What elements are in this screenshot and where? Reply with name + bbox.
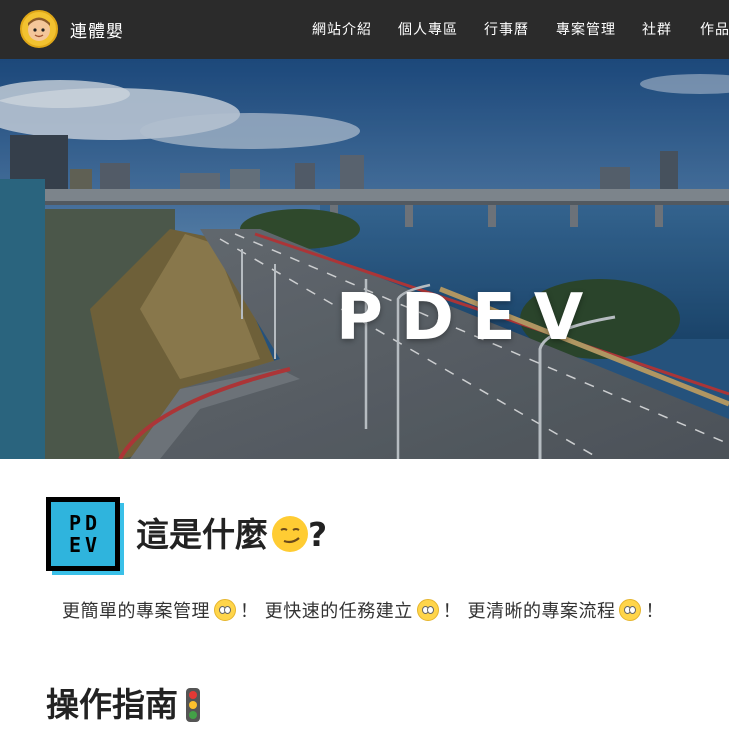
nav-item-personal[interactable]: 個人專區 — [398, 20, 458, 40]
hero-background-image — [0, 59, 729, 459]
traffic-light-icon — [186, 688, 200, 722]
nav-item-calendar[interactable]: 行事曆 — [484, 20, 529, 40]
logo-face: PD EV — [46, 497, 120, 571]
what-section: PD EV 這是什麼? — [46, 497, 729, 581]
heading-text: 這是什麼 — [136, 515, 268, 554]
logo-line-2: EV — [68, 533, 102, 557]
flushed-face-icon — [214, 599, 236, 621]
hero-title: PDEV — [336, 281, 602, 355]
tagline-part-3: ！ 更清晰的專案流程 — [442, 601, 616, 622]
flushed-face-icon — [416, 599, 439, 621]
brand-name[interactable]: 連體嬰 — [70, 17, 124, 42]
guide-heading-text: 操作指南 — [46, 685, 178, 724]
section-heading-guide: 操作指南 — [46, 683, 200, 727]
smirking-face-icon — [272, 516, 308, 552]
tagline-part-4: ！ — [645, 601, 664, 622]
flushed-face-icon — [619, 599, 642, 621]
nav-item-community[interactable]: 社群 — [642, 20, 672, 40]
logo-line-1: PD — [68, 511, 102, 535]
heading-suffix: ? — [308, 515, 328, 554]
hero-banner: PDEV — [0, 59, 729, 459]
section-heading-what-is-this: 這是什麼? — [136, 513, 327, 557]
tagline-part-1: 更簡單的專案管理 — [62, 601, 210, 622]
nav-item-project-management[interactable]: 專案管理 — [556, 20, 616, 40]
brand[interactable]: 連體嬰 — [20, 9, 124, 49]
tagline: 更簡單的專案管理 ！ 更快速的任務建立 ！ 更清晰的專案流程 ！ — [62, 598, 664, 626]
pdev-logo: PD EV — [46, 497, 126, 577]
tagline-part-2: ！ 更快速的任務建立 — [240, 601, 413, 622]
nav-item-site-intro[interactable]: 網站介紹 — [312, 20, 372, 40]
top-navbar: 連體嬰 網站介紹 個人專區 行事曆 專案管理 社群 作品 — [0, 0, 729, 59]
nav-item-works[interactable]: 作品 — [700, 20, 729, 40]
avatar — [20, 10, 58, 48]
cartoon-face-icon — [28, 17, 50, 41]
